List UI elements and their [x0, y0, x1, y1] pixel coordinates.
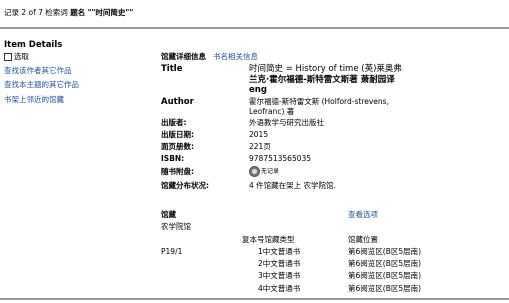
title-value: 时间简史 = History of time (英)莱奥弗 兰克·霍尔福德-斯特… [249, 64, 414, 96]
query-label: 题名 [70, 8, 86, 17]
copy-2: 2中文普通书 [258, 259, 301, 268]
pages-value: 221页 [249, 142, 271, 151]
title-line-3: eng [249, 85, 267, 95]
location-1: 第6阅览区(B区5层南) [348, 247, 422, 256]
author-label: Author [161, 97, 194, 107]
item-details-title: Item Details [4, 40, 63, 50]
isbn-label: ISBN: [161, 154, 185, 163]
publisher-value: 外语教学与研究出版社 [249, 118, 324, 127]
pages-label: 面页册数: [161, 142, 194, 151]
find-subject-works-link[interactable]: 查找本主题的其它作品 [4, 80, 79, 90]
isbn-value: 9787513565035 [249, 154, 312, 163]
copy-type-header: 复本号馆藏类型 [242, 235, 295, 244]
distribution-value: 4 件馆藏在架上 农学院馆. [249, 181, 336, 190]
select-label: 选取 [14, 52, 29, 61]
copy-1: 1中文普通书 [258, 247, 301, 256]
top-divider [0, 27, 509, 29]
query-value: ""时间简史"" [87, 8, 134, 17]
location-header: 馆藏位置 [348, 235, 378, 244]
select-checkbox[interactable] [4, 53, 12, 61]
location-4: 第6阅览区(B区5层南) [348, 284, 422, 293]
pubdate-value: 2015 [249, 130, 269, 139]
location-3: 第6阅览区(B区5层南) [348, 271, 422, 280]
location-2: 第6阅览区(B区5层南) [348, 259, 422, 268]
title-info-link[interactable]: 书名相关信息 [213, 52, 258, 62]
view-options-link[interactable]: 查看选项 [348, 210, 378, 220]
copy-4: 4中文普通书 [258, 284, 301, 293]
title-line-2: 兰克·霍尔福德-斯特雷文斯著 萧耐园译 [249, 74, 395, 85]
author-value-line-1: 霍尔福德-斯特雷文斯 (Holford-strevens, [249, 97, 389, 106]
disc-value: 无记录 [261, 168, 280, 175]
call-number: P19/1 [161, 247, 183, 256]
record-position: 记录 2 of 7 检索词 题名 ""时间简史"" [4, 8, 133, 18]
author-value-line-2: Leofranc) 著 [249, 107, 295, 116]
distribution-label: 馆藏分布状况: [161, 181, 209, 190]
title-line-1: 时间简史 = History of time (英)莱奥弗 [249, 64, 402, 74]
disc-label: 随书附盘: [161, 167, 194, 176]
publisher-label: 出版者: [161, 118, 187, 127]
title-label: Title [161, 64, 183, 74]
find-author-works-link[interactable]: 查找该作者其它作品 [4, 66, 72, 76]
bottom-divider [0, 298, 509, 300]
record-position-text: 记录 2 of 7 检索词 [4, 8, 68, 17]
pubdate-label: 出版日期: [161, 130, 194, 139]
holdings-label: 馆藏 [161, 210, 176, 219]
copy-3: 3中文普通书 [258, 271, 301, 280]
no-record-icon [249, 166, 260, 177]
nearby-shelf-link[interactable]: 书架上邻近的馆藏 [4, 95, 64, 105]
details-heading: 馆藏详细信息 [161, 52, 206, 61]
library-name: 农学院馆 [161, 222, 191, 231]
